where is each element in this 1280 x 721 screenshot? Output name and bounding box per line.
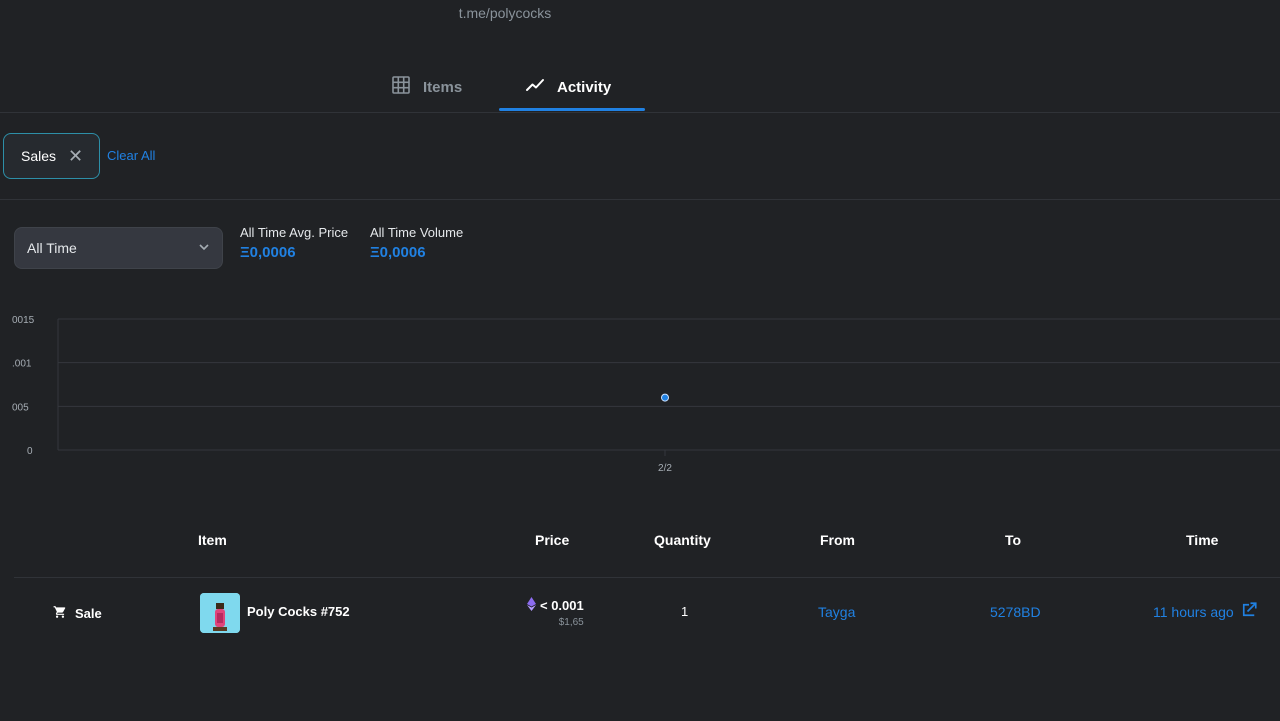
price-history-chart: 0015 .001 005 0 2/2 [12,315,1280,474]
cart-icon [53,605,67,622]
header-from: From [820,532,855,548]
to-user-link[interactable]: 5278BD [990,604,1041,620]
collection-link[interactable]: t.me/polycocks [0,5,1010,21]
external-link-icon[interactable] [1240,601,1258,622]
item-name-link[interactable]: Poly Cocks #752 [247,604,350,619]
tab-bar: Items Activity [0,62,1280,113]
trending-icon [525,75,545,99]
ethereum-icon [527,597,536,614]
filter-chip-label: Sales [21,148,57,164]
price-value: < 0.001 [540,598,584,613]
y-tick-label: 0 [27,446,33,457]
table-row[interactable]: Sale Poly Cocks #752 < 0.001 $1,65 1 Tay… [0,579,1280,645]
event-cell: Sale [53,605,102,622]
filter-chip-sales[interactable]: Sales ✕ [3,133,100,179]
tab-activity[interactable]: Activity [525,62,611,112]
avg-price-label: All Time Avg. Price [240,225,349,240]
header-to: To [1005,532,1022,548]
chevron-down-icon [198,240,210,256]
data-point [661,393,669,402]
volume-label: All Time Volume [370,225,464,240]
table-header: Item Price Quantity From To Time [14,520,1280,578]
price-cell: < 0.001 $1,65 [527,597,584,628]
active-tab-indicator [499,108,645,111]
filter-bar: Sales ✕ Clear All [0,113,1280,200]
tab-activity-label: Activity [557,78,612,96]
time-value: 11 hours ago [1153,603,1234,620]
volume-value: Ξ0,0006 [370,244,426,261]
close-icon[interactable]: ✕ [68,147,83,165]
quantity-value: 1 [681,604,689,619]
clear-all-button[interactable]: Clear All [107,148,155,163]
y-tick-label: 005 [12,402,29,413]
activity-page: t.me/polycocks Items Activity Sales ✕ Cl… [0,0,1280,721]
y-tick-label: .001 [12,359,32,370]
time-range-value: All Time [27,240,77,256]
tab-items[interactable]: Items [391,62,462,112]
tab-items-label: Items [423,78,463,96]
y-tick-label: 0015 [12,315,35,326]
from-user-link[interactable]: Tayga [818,604,855,620]
header-item: Item [198,532,227,548]
header-price: Price [535,532,570,548]
header-quantity: Quantity [654,532,711,548]
time-link[interactable]: 11 hours ago [1153,601,1258,622]
event-label: Sale [75,606,102,621]
avg-price-value: Ξ0,0006 [240,244,296,261]
volume-stat: All Time Volume Ξ0,0006 [370,225,463,261]
x-tick-label: 2/2 [658,463,672,474]
item-thumbnail[interactable] [200,593,240,633]
header-time: Time [1186,532,1219,548]
avg-price-stat: All Time Avg. Price Ξ0,0006 [240,225,348,261]
price-usd: $1,65 [558,617,584,628]
time-range-select[interactable]: All Time [14,227,223,269]
grid-icon [391,75,411,99]
